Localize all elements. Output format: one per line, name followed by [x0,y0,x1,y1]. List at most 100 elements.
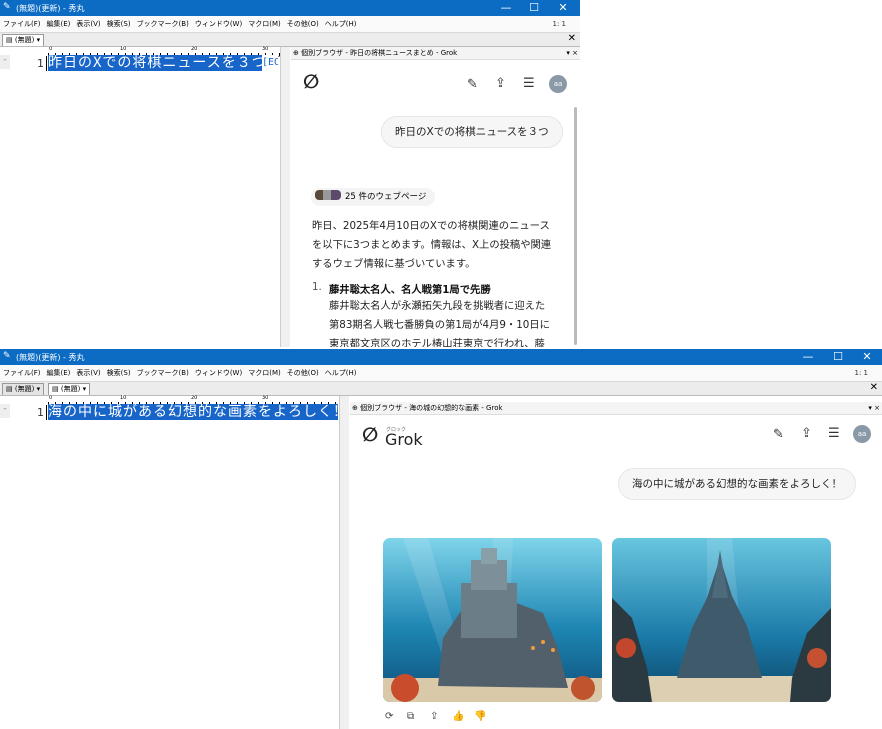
edit-icon[interactable]: ✎ [773,427,784,442]
user-message-bubble: 昨日のXでの将棋ニュースを３つ [381,116,563,148]
list-heading: 藤井聡太名人、名人戦第1局で先勝 [329,284,491,296]
tab-label: (無題) [14,36,35,44]
share-icon[interactable]: ⇪ [430,711,438,722]
menu-help[interactable]: ヘルプ(H) [322,365,360,381]
history-icon[interactable]: ☰ [828,426,840,441]
menu-bookmark[interactable]: ブックマーク(B) [134,365,192,381]
editor-pane[interactable]: 0 10 20 30 - 1 昨日のXでの将棋ニュースを３つ [EOF] [0,46,290,347]
castle-image-1 [383,538,602,702]
tab-untitled-1[interactable]: ▤ (無題) ▾ [2,383,45,395]
tab-close-button[interactable]: ✕ [568,33,576,44]
hidemaru-app-icon: ✎ [3,2,11,12]
ruler-mark: 30 [262,395,269,401]
tab-dropdown-icon: ▾ [36,385,41,393]
menu-view[interactable]: 表示(V) [73,365,103,381]
browser-title-bar: ⊕ 個別ブラウザ - 昨日の将棋ニュースまとめ - Grok ▾ × [291,47,580,60]
menu-edit[interactable]: 編集(E) [44,365,74,381]
menu-help[interactable]: ヘルプ(H) [322,16,360,32]
tab-untitled[interactable]: ▤ (無題) ▾ [2,34,45,46]
refresh-icon[interactable]: ⟳ [385,711,393,722]
ruler-mark: 10 [120,46,127,52]
menu-file[interactable]: ファイル(F) [0,365,44,381]
text-cursor [46,405,47,420]
browser-close-icon: × [874,404,880,412]
ruler-mark: 0 [49,46,53,52]
thumbs-down-icon[interactable]: 👎 [474,711,486,722]
hidemaru-window-1: ✎ (無題)(更新) - 秀丸 — ☐ ✕ ファイル(F) 編集(E) 表示(V) 検… [0,0,580,347]
list-body-line: 藤井聡太名人が永瀬拓矢九段を挑戦者に迎えた [329,300,546,312]
grok-logo-word: Grok [385,430,423,449]
avatar[interactable]: aa [853,425,871,443]
grok-logo-icon[interactable]: ∅ [303,71,319,93]
eof-marker: [EOF] [262,55,278,71]
ruler-mark: 20 [191,395,198,401]
browser-menu-arrow: ▾ [868,404,872,412]
sources-pill[interactable]: 25 件のウェブページ [311,188,436,206]
share-icon[interactable]: ⇪ [801,426,812,441]
menu-bookmark[interactable]: ブックマーク(B) [134,16,192,32]
tab-untitled-2[interactable]: ▤ (無題) ▾ [48,383,91,395]
menu-other[interactable]: その他(O) [284,16,322,32]
answer-line: 昨日、2025年4月10日のXでの将棋関連のニュース [312,220,550,232]
answer-line: するウェブ情報に基づいています。 [312,258,476,270]
maximize-button[interactable]: ☐ [827,350,849,363]
menu-file[interactable]: ファイル(F) [0,16,44,32]
avatar[interactable]: aa [549,75,567,93]
maximize-button[interactable]: ☐ [523,1,545,14]
close-button[interactable]: ✕ [856,350,878,363]
menu-bar: ファイル(F) 編集(E) 表示(V) 検索(S) ブックマーク(B) ウィンドウ(W) マ… [0,16,580,33]
menu-window[interactable]: ウィンドウ(W) [192,365,245,381]
menu-macro[interactable]: マクロ(M) [245,16,284,32]
grok-logo-icon[interactable]: ∅ [362,424,378,446]
sources-label: 25 件のウェブページ [345,192,427,202]
selected-text[interactable]: 海の中に城がある幻想的な画素をよろしく！ [48,404,338,420]
browser-title: 個別ブラウザ - 海の城の幻想的な画素 - Grok [360,404,503,412]
editor-scrollbar[interactable] [339,396,349,729]
cursor-position: 1: 1 [854,369,869,377]
hidemaru-window-2: ✎ (無題)(更新) - 秀丸 — ☐ ✕ ファイル(F) 編集(E) 表示(V) 検… [0,349,882,729]
tab-close-button[interactable]: ✕ [870,382,878,393]
generated-image-1[interactable] [383,538,602,702]
browser-menu-close[interactable]: ▾ × [566,47,578,59]
share-icon[interactable]: ⇪ [495,76,506,91]
ruler-mark: 0 [49,395,53,401]
menu-window[interactable]: ウィンドウ(W) [192,16,245,32]
selected-text[interactable]: 昨日のXでの将棋ニュースを３つ [48,55,262,71]
editor-scrollbar[interactable] [280,47,290,347]
ruler-mark: 30 [262,46,269,52]
line-number: 1 [37,406,44,419]
menu-edit[interactable]: 編集(E) [44,16,74,32]
window-title: (無題)(更新) - 秀丸 [16,4,85,13]
browser-scrollbar[interactable] [574,107,577,345]
minimize-button[interactable]: — [495,1,517,14]
text-cursor [46,56,47,71]
menu-other[interactable]: その他(O) [284,365,322,381]
tab-label: (無題) [60,385,81,393]
menu-search[interactable]: 検索(S) [104,16,134,32]
generated-image-2[interactable] [612,538,831,702]
thumbs-up-icon[interactable]: 👍 [452,711,464,722]
editor-pane[interactable]: 0 10 20 30 - 1 海の中に城がある幻想的な画素をよろしく！ [0,395,350,729]
browser-globe-icon: ⊕ [352,404,358,412]
answer-intro: 昨日、2025年4月10日のXでの将棋関連のニュース を以下に3つまとめます。情… [312,217,572,274]
list-body-line: 東京都文京区のホテル椿山荘東京で行われ、藤 [329,338,545,347]
menu-view[interactable]: 表示(V) [73,16,103,32]
browser-title: 個別ブラウザ - 昨日の将棋ニュースまとめ - Grok [301,49,458,57]
castle-image-2 [612,538,831,702]
minimize-button[interactable]: — [797,350,819,363]
document-icon: ▤ [6,36,13,44]
title-bar: ✎ (無題)(更新) - 秀丸 — ☐ ✕ [0,0,580,16]
document-icon: ▤ [52,385,59,393]
document-icon: ▤ [6,385,13,393]
copy-icon[interactable]: ⧉ [407,711,414,722]
browser-menu-arrow: ▾ [566,49,570,57]
menu-macro[interactable]: マクロ(M) [245,365,284,381]
history-icon[interactable]: ☰ [523,76,535,91]
browser-menu-close[interactable]: ▾ × [868,402,880,414]
browser-title-bar: ⊕ 個別ブラウザ - 海の城の幻想的な画素 - Grok ▾ × [350,402,882,415]
grok-browser-pane: ⊕ 個別ブラウザ - 昨日の将棋ニュースまとめ - Grok ▾ × ∅ ✎ ⇪… [291,47,580,347]
edit-icon[interactable]: ✎ [467,77,478,92]
browser-globe-icon: ⊕ [293,49,299,57]
close-button[interactable]: ✕ [552,1,574,14]
menu-search[interactable]: 検索(S) [104,365,134,381]
